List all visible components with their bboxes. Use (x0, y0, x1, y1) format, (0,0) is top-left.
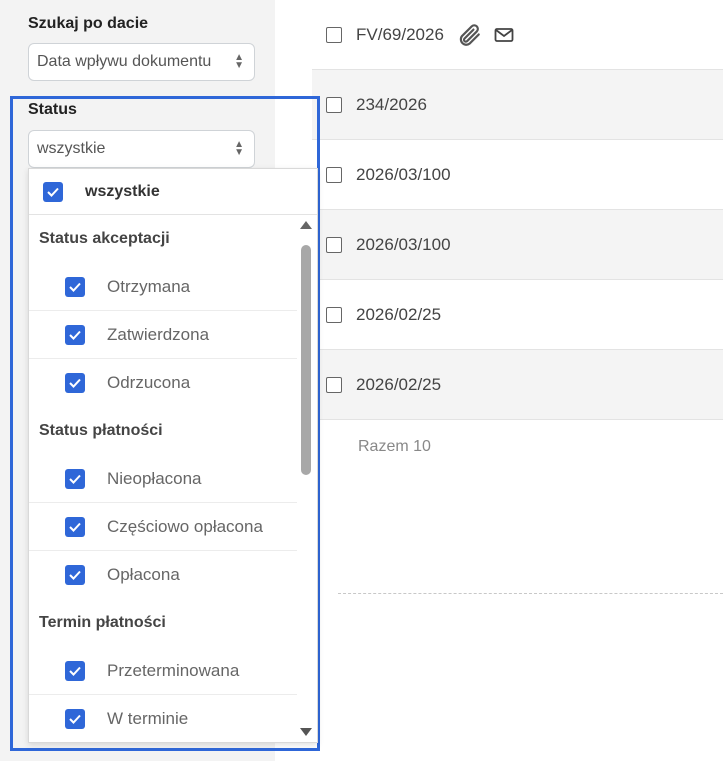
dropdown-scrollbar[interactable] (297, 217, 315, 742)
checkbox-checked-icon[interactable] (65, 373, 85, 393)
option-label: Częściowo opłacona (107, 516, 263, 536)
date-search-label: Szukaj po dacie (28, 15, 149, 32)
option-label: Opłacona (107, 565, 180, 584)
checkbox-checked-icon[interactable] (65, 276, 85, 297)
document-list: FV/69/2026 234/2026 2026/03/100 2026/03/… (312, 0, 723, 420)
option-label: Zatwierdzona (107, 324, 210, 344)
checkbox-checked-icon[interactable] (65, 565, 85, 585)
option-item[interactable]: Odrzucona (29, 359, 297, 407)
paperclip-icon[interactable] (456, 22, 482, 48)
option-item[interactable]: Otrzymana (29, 263, 297, 311)
select-arrows-icon: ▲ ▼ (234, 52, 244, 71)
option-label: Odrzucona (107, 373, 191, 392)
row-checkbox[interactable] (326, 376, 342, 393)
checkbox-checked-icon[interactable] (65, 324, 85, 345)
option-item[interactable]: Przeterminowana (29, 647, 297, 695)
table-row[interactable]: 2026/03/100 (312, 140, 723, 210)
row-checkbox[interactable] (326, 166, 342, 183)
option-item[interactable]: Częściowo opłacona (29, 503, 297, 551)
group-title-acceptance: Status akceptacji (39, 230, 170, 247)
option-item[interactable]: Opłacona (29, 551, 297, 599)
option-label: wszystkie (85, 182, 160, 200)
option-item[interactable]: Zatwierdzona (29, 311, 297, 359)
table-row[interactable]: FV/69/2026 (312, 0, 723, 70)
table-row[interactable]: 2026/03/100 (312, 210, 723, 280)
date-search-select[interactable]: Data wpływu dokumentu ▲ ▼ (28, 43, 255, 81)
group-title-payment: Status płatności (39, 422, 163, 439)
checkbox-checked-icon[interactable] (65, 516, 85, 537)
scroll-down-arrow-icon[interactable] (300, 728, 312, 736)
status-dropdown: wszystkie Status akceptacji Otrzymana Za… (28, 168, 318, 743)
row-checkbox[interactable] (326, 306, 342, 323)
option-label: Otrzymana (107, 276, 191, 296)
row-checkbox[interactable] (326, 96, 342, 113)
option-label: W terminie (107, 709, 189, 728)
checkbox-checked-icon[interactable] (65, 468, 85, 489)
document-number[interactable]: 2026/03/100 (356, 235, 451, 255)
row-checkbox[interactable] (326, 26, 342, 43)
option-item[interactable]: Nieopłacona (29, 455, 297, 503)
checkbox-checked-icon[interactable] (65, 709, 85, 729)
table-row[interactable]: 2026/02/25 (312, 280, 723, 350)
option-all[interactable]: wszystkie (29, 169, 317, 215)
document-number[interactable]: 2026/03/100 (356, 165, 451, 185)
divider (338, 593, 723, 594)
checkbox-checked-icon[interactable] (65, 660, 85, 681)
table-row[interactable]: 234/2026 (312, 70, 723, 140)
row-checkbox[interactable] (326, 236, 342, 253)
document-number[interactable]: 234/2026 (356, 95, 427, 115)
option-label: Nieopłacona (107, 468, 202, 488)
option-label: Przeterminowana (107, 660, 240, 680)
date-search-value: Data wpływu dokumentu (37, 53, 212, 70)
document-number[interactable]: 2026/02/25 (356, 305, 441, 325)
scroll-thumb[interactable] (301, 245, 311, 475)
document-number[interactable]: 2026/02/25 (356, 375, 441, 395)
document-number[interactable]: FV/69/2026 (356, 25, 444, 45)
group-title-due-date: Termin płatności (39, 614, 166, 631)
scroll-up-arrow-icon[interactable] (300, 221, 312, 229)
table-row[interactable]: 2026/02/25 (312, 350, 723, 420)
total-count: Razem 10 (358, 438, 431, 455)
option-item[interactable]: W terminie (29, 695, 297, 742)
envelope-icon[interactable] (494, 27, 514, 43)
checkbox-checked-icon[interactable] (43, 181, 63, 202)
